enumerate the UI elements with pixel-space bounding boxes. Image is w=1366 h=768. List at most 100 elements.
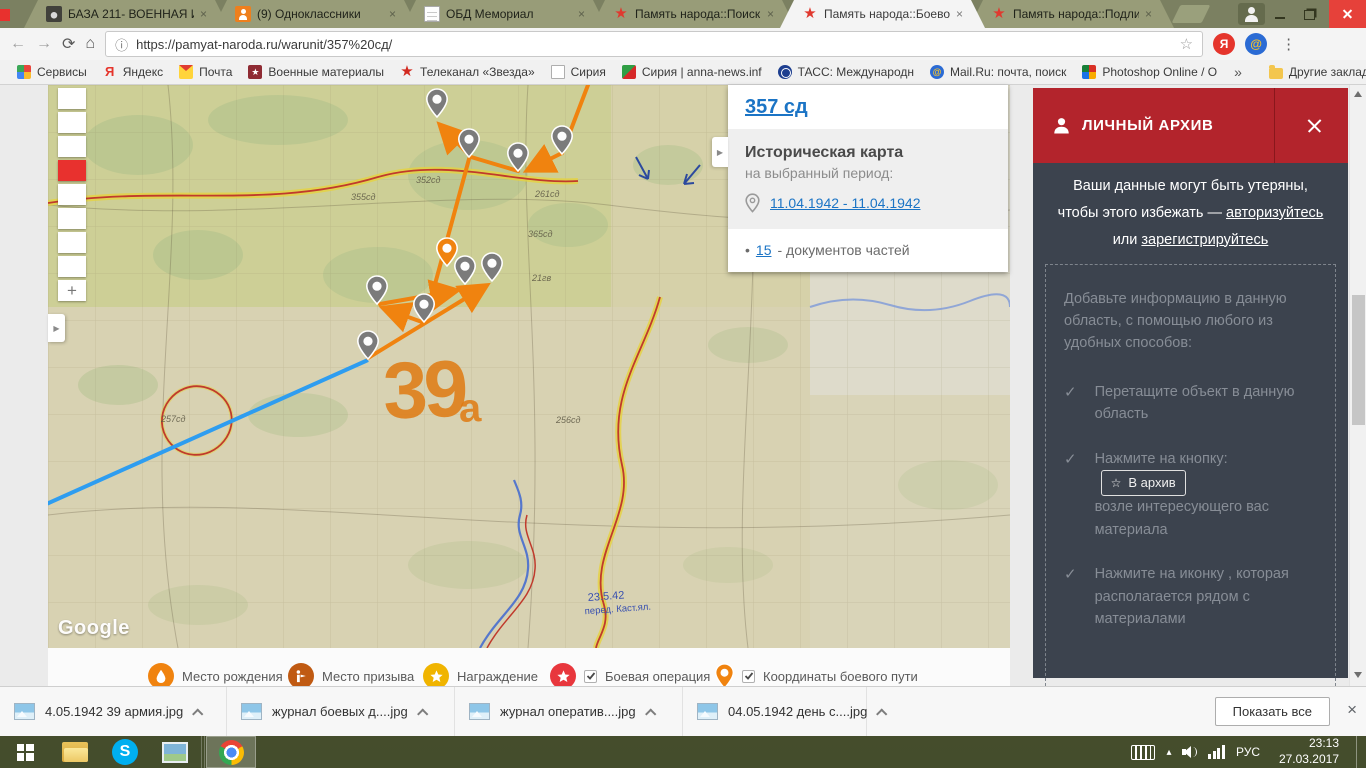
bookmark-label: Почта	[199, 65, 232, 79]
other-bookmarks-button[interactable]: Другие закладки	[1262, 65, 1366, 79]
person-icon	[1053, 117, 1070, 134]
bookmark-siria[interactable]: Сирия	[544, 65, 613, 79]
svg-text:261сд: 261сд	[534, 189, 560, 199]
tab-close-icon[interactable]: ×	[389, 8, 396, 20]
download-item[interactable]: 04.05.1942 день с....jpg	[683, 687, 867, 736]
browser-menu-icon[interactable]: ⋮	[1277, 35, 1300, 53]
bookmark-yandex[interactable]: ЯЯндекс	[96, 65, 170, 79]
refresh-icon[interactable]: ⟳	[62, 34, 75, 54]
url-text[interactable]: https://pamyat-naroda.ru/warunit/357%20с…	[136, 37, 1172, 52]
step-text: Нажмите на иконку , которая располагаетс…	[1095, 563, 1313, 630]
bookmark-star-icon[interactable]: ☆	[1180, 35, 1193, 53]
login-link[interactable]: авторизуйтесь	[1226, 205, 1323, 221]
map-layer-button-selected[interactable]	[58, 160, 86, 181]
skype-button[interactable]: S	[100, 736, 150, 768]
download-item[interactable]: журнал боевых д....jpg	[227, 687, 455, 736]
map-layer-button[interactable]	[58, 208, 86, 229]
scrollbar-up-icon[interactable]	[1354, 91, 1362, 97]
tab-pamyat-podlin[interactable]: ★ Память народа::Подлин ×	[969, 0, 1174, 28]
bookmark-voennye-materialy[interactable]: ★Военные материалы	[241, 65, 391, 79]
image-file-icon	[469, 703, 490, 720]
photo-viewer-button[interactable]	[150, 736, 200, 768]
restore-button[interactable]	[1295, 0, 1324, 28]
tray-expand-icon[interactable]: ▴	[1166, 747, 1171, 758]
bookmark-pochta[interactable]: Почта	[172, 65, 239, 79]
yandex-extension-icon[interactable]: Я	[1213, 33, 1235, 55]
tab-odnoklassniki[interactable]: (9) Одноклассники ×	[213, 0, 418, 28]
show-all-downloads-button[interactable]: Показать все	[1215, 697, 1330, 726]
map-layer-button[interactable]	[58, 184, 86, 205]
tab-close-icon[interactable]: ×	[956, 8, 963, 20]
tab-close-icon[interactable]: ×	[578, 8, 585, 20]
tab-close-icon[interactable]: ×	[1145, 8, 1152, 20]
file-explorer-button[interactable]	[50, 736, 100, 768]
bookmark-tass[interactable]: ТАСС: Международн	[771, 65, 921, 79]
unit-title-link[interactable]: 357 сд	[745, 96, 808, 118]
tab-baza211[interactable]: БАЗА 211- ВОЕННАЯ ИС ×	[24, 0, 229, 28]
scrollbar-down-icon[interactable]	[1354, 672, 1362, 678]
start-button[interactable]	[0, 736, 50, 768]
download-menu-icon[interactable]	[876, 708, 887, 719]
date-range-link[interactable]: 11.04.1942 - 11.04.1942	[770, 195, 921, 211]
documents-count-link[interactable]: 15	[756, 242, 772, 258]
svg-text:256сд: 256сд	[555, 415, 581, 425]
download-menu-icon[interactable]	[417, 708, 428, 719]
download-menu-icon[interactable]	[645, 708, 656, 719]
legend-birthplace: Место рождения	[148, 663, 283, 686]
scrollbar-thumb[interactable]	[1352, 295, 1365, 425]
step2-post: возле интересующего вас материала	[1095, 499, 1269, 537]
mailru-extension-icon[interactable]: @	[1245, 33, 1267, 55]
left-panel-expander[interactable]: ▶	[48, 314, 65, 342]
bookmark-servisy[interactable]: Сервисы	[10, 65, 94, 79]
bookmarks-overflow-icon[interactable]: »	[1226, 64, 1250, 80]
tab-close-icon[interactable]: ×	[767, 8, 774, 20]
profile-button[interactable]	[1238, 3, 1265, 25]
clock[interactable]: 23:13 27.03.2017	[1271, 736, 1339, 767]
battle-operation-checkbox[interactable]	[584, 670, 597, 683]
map-layer-button[interactable]	[58, 256, 86, 277]
warning-line1: Ваши данные могут быть утеряны,	[1073, 178, 1308, 194]
tab-obd-memorial[interactable]: ОБД Мемориал ×	[402, 0, 607, 28]
unit-panel-expander[interactable]: ▶	[712, 137, 728, 167]
archive-dropzone[interactable]: Добавьте информацию в данную область, с …	[1045, 264, 1336, 696]
map-zoom-in-button[interactable]: +	[58, 280, 86, 301]
map-layer-button[interactable]	[58, 88, 86, 109]
archive-close-icon[interactable]	[1306, 117, 1323, 134]
new-tab-button[interactable]	[1172, 5, 1211, 23]
map-layer-button[interactable]	[58, 232, 86, 253]
download-item[interactable]: 4.05.1942 39 армия.jpg	[0, 687, 227, 736]
address-bar[interactable]: ⓘ https://pamyat-naroda.ru/warunit/357%2…	[105, 31, 1203, 57]
download-menu-icon[interactable]	[192, 708, 203, 719]
route-coordinates-checkbox[interactable]	[742, 670, 755, 683]
bookmark-photoshop[interactable]: Photoshop Online / O	[1075, 65, 1224, 79]
bookmark-anna-news[interactable]: Сирия | anna-news.inf	[615, 65, 769, 79]
network-signal-icon[interactable]	[1208, 745, 1225, 759]
tab-pamyat-poisk[interactable]: ★ Память народа::Поиск д ×	[591, 0, 796, 28]
downloads-close-icon[interactable]: ×	[1347, 700, 1357, 720]
back-icon[interactable]: ←	[10, 35, 26, 53]
chrome-button-active[interactable]	[206, 736, 256, 768]
legend-label: Награждение	[457, 669, 538, 684]
home-icon[interactable]: ⌂	[85, 35, 95, 53]
language-indicator[interactable]: РУС	[1236, 745, 1260, 759]
touch-keyboard-icon[interactable]	[1131, 745, 1155, 760]
download-filename: журнал оператив....jpg	[500, 704, 636, 719]
download-item[interactable]: журнал оператив....jpg	[455, 687, 683, 736]
page-scrollbar[interactable]	[1349, 85, 1366, 686]
register-link[interactable]: зарегистрируйтесь	[1141, 232, 1268, 248]
show-desktop-button[interactable]	[1356, 736, 1361, 768]
to-archive-button[interactable]: ☆В архив	[1101, 470, 1186, 496]
tab-pamyat-boevoy-active[interactable]: ★ Память народа::Боевой ×	[780, 0, 985, 28]
bookmark-zvezda[interactable]: ★Телеканал «Звезда»	[393, 65, 542, 79]
window-close-button[interactable]	[1329, 0, 1366, 28]
bookmark-mailru[interactable]: @Mail.Ru: почта, поиск	[923, 65, 1073, 79]
site-info-icon[interactable]: ⓘ	[115, 35, 128, 54]
volume-icon[interactable]	[1182, 745, 1197, 759]
forward-icon[interactable]: →	[36, 35, 52, 53]
clock-date: 27.03.2017	[1279, 752, 1339, 766]
tab-close-icon[interactable]: ×	[200, 8, 207, 20]
battle-operation-icon	[550, 663, 576, 686]
map-layer-button[interactable]	[58, 136, 86, 157]
map-layer-button[interactable]	[58, 112, 86, 133]
minimize-button[interactable]	[1266, 0, 1294, 28]
